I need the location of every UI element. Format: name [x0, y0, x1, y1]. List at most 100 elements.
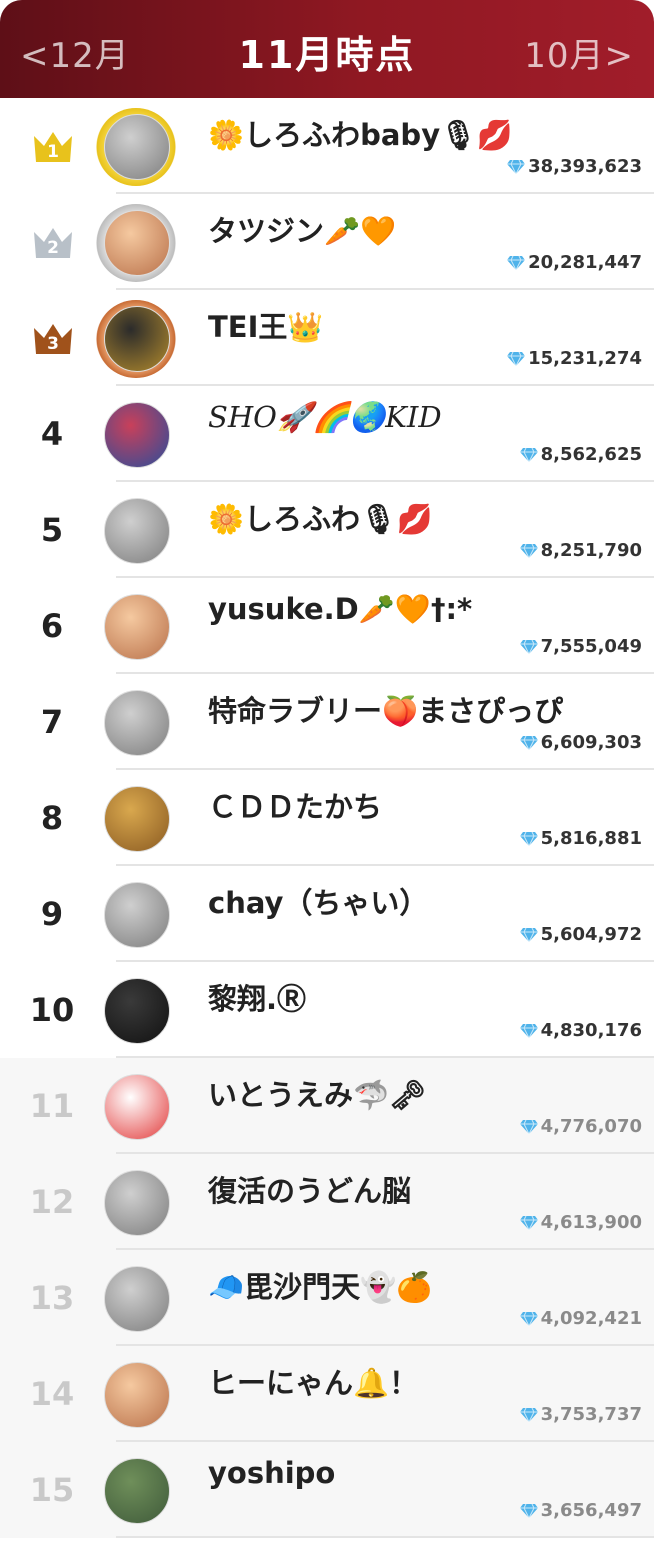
ranking-row[interactable]: 15 yoshipo 3,656,497: [0, 1442, 654, 1538]
diamond-icon: [519, 1407, 538, 1423]
score: 5,816,881: [519, 828, 642, 849]
ranking-row[interactable]: 8 ＣＤＤたかち 5,816,881: [0, 770, 654, 866]
avatar[interactable]: [104, 1074, 170, 1140]
diamond-icon: [507, 351, 526, 367]
diamond-icon: [519, 1503, 538, 1519]
ranking-card: <12月 11月時点 10月> 1 🌼しろふわbaby🎙💋 38,393,623: [0, 0, 654, 1568]
score-value: 3,656,497: [540, 1500, 642, 1521]
ranking-row[interactable]: 12 復活のうどん脳 4,613,900: [0, 1154, 654, 1250]
rank-number: 5: [40, 511, 64, 549]
avatar[interactable]: [104, 594, 170, 660]
score: 4,776,070: [519, 1116, 642, 1137]
score: 7,555,049: [519, 636, 642, 657]
user-name[interactable]: TEI王👑: [208, 304, 634, 346]
user-name[interactable]: 🧢毘沙門天👻🍊: [208, 1264, 634, 1306]
ranking-row[interactable]: 6 yusuke.D🥕🧡†:* 7,555,049: [0, 578, 654, 674]
diamond-icon: [519, 735, 538, 751]
user-name[interactable]: yusuke.D🥕🧡†:*: [208, 592, 634, 627]
diamond-icon: [519, 927, 538, 943]
crown-icon: 3: [32, 320, 74, 356]
avatar[interactable]: [104, 1266, 170, 1332]
score: 20,281,447: [506, 252, 642, 273]
user-name[interactable]: 黎翔.Ⓡ: [208, 976, 634, 1018]
score: 8,251,790: [519, 540, 642, 561]
ranking-row[interactable]: 1 🌼しろふわbaby🎙💋 38,393,623: [0, 98, 654, 194]
score: 4,830,176: [519, 1020, 642, 1041]
user-name[interactable]: chay（ちゃい）: [208, 880, 634, 922]
ranking-row[interactable]: 10 黎翔.Ⓡ 4,830,176: [0, 962, 654, 1058]
avatar[interactable]: [104, 498, 170, 564]
rank-number: 3: [47, 334, 59, 354]
avatar[interactable]: [104, 402, 170, 468]
crown-icon: 2: [32, 224, 74, 260]
user-name[interactable]: 🌼しろふわbaby🎙💋: [208, 112, 634, 154]
score-value: 20,281,447: [528, 252, 642, 273]
user-name[interactable]: 特命ラブリー🍑まさぴっぴ: [208, 688, 634, 730]
avatar[interactable]: [104, 306, 170, 372]
user-name[interactable]: ＣＤＤたかち: [208, 784, 634, 826]
user-name[interactable]: ヒーにゃん🔔！: [208, 1360, 634, 1402]
ranking-row[interactable]: 3 TEI王👑 15,231,274: [0, 290, 654, 386]
avatar[interactable]: [104, 1458, 170, 1524]
avatar[interactable]: [104, 114, 170, 180]
score-value: 5,816,881: [540, 828, 642, 849]
diamond-icon: [519, 1215, 538, 1231]
row-divider: [116, 1536, 654, 1538]
crown-icon: 1: [32, 128, 74, 164]
ranking-row[interactable]: 4 𝑆𝐻𝑂🚀🌈🌏𝐾𝐼𝐷 8,562,625: [0, 386, 654, 482]
ranking-row[interactable]: 5 🌼しろふわ🎙💋 8,251,790: [0, 482, 654, 578]
score: 4,613,900: [519, 1212, 642, 1233]
ranking-header: <12月 11月時点 10月>: [0, 0, 654, 98]
diamond-icon: [507, 255, 526, 271]
avatar[interactable]: [104, 690, 170, 756]
score-value: 8,562,625: [540, 444, 642, 465]
diamond-icon: [519, 1311, 538, 1327]
diamond-icon: [519, 1023, 538, 1039]
user-name[interactable]: タツジン🥕🧡: [208, 208, 634, 250]
diamond-icon: [519, 543, 538, 559]
rank-number: 13: [29, 1279, 75, 1317]
diamond-icon: [519, 1119, 538, 1135]
rank-number: 7: [40, 703, 64, 741]
rank-number: 1: [47, 142, 59, 162]
diamond-icon: [519, 831, 538, 847]
avatar[interactable]: [104, 978, 170, 1044]
avatar[interactable]: [104, 210, 170, 276]
avatar[interactable]: [104, 786, 170, 852]
diamond-icon: [519, 639, 538, 655]
rank-number: 4: [40, 415, 64, 453]
next-month-button[interactable]: 10月>: [524, 28, 634, 77]
score-value: 3,753,737: [540, 1404, 642, 1425]
rank-number: 14: [29, 1375, 75, 1413]
score-value: 5,604,972: [540, 924, 642, 945]
user-name[interactable]: いとうえみ🦈🗝: [208, 1072, 634, 1114]
score-value: 4,776,070: [540, 1116, 642, 1137]
diamond-icon: [519, 447, 538, 463]
rank-number: 10: [29, 991, 75, 1029]
avatar[interactable]: [104, 1362, 170, 1428]
ranking-row[interactable]: 13 🧢毘沙門天👻🍊 4,092,421: [0, 1250, 654, 1346]
score: 5,604,972: [519, 924, 642, 945]
user-name[interactable]: 🌼しろふわ🎙💋: [208, 496, 634, 538]
user-name[interactable]: yoshipo: [208, 1456, 634, 1490]
user-name[interactable]: 復活のうどん脳: [208, 1168, 634, 1210]
score: 38,393,623: [506, 156, 642, 177]
score-value: 8,251,790: [540, 540, 642, 561]
user-name[interactable]: 𝑆𝐻𝑂🚀🌈🌏𝐾𝐼𝐷: [208, 400, 634, 435]
ranking-list: 1 🌼しろふわbaby🎙💋 38,393,623 2 タツジン🥕🧡 20,281…: [0, 98, 654, 1538]
ranking-row[interactable]: 9 chay（ちゃい） 5,604,972: [0, 866, 654, 962]
ranking-row[interactable]: 2 タツジン🥕🧡 20,281,447: [0, 194, 654, 290]
rank-number: 12: [29, 1183, 75, 1221]
rank-number: 6: [40, 607, 64, 645]
avatar[interactable]: [104, 882, 170, 948]
score-value: 15,231,274: [528, 348, 642, 369]
ranking-row[interactable]: 7 特命ラブリー🍑まさぴっぴ 6,609,303: [0, 674, 654, 770]
ranking-row[interactable]: 11 いとうえみ🦈🗝 4,776,070: [0, 1058, 654, 1154]
score-value: 6,609,303: [540, 732, 642, 753]
ranking-row[interactable]: 14 ヒーにゃん🔔！ 3,753,737: [0, 1346, 654, 1442]
rank-number: 15: [29, 1471, 75, 1509]
score-value: 4,830,176: [540, 1020, 642, 1041]
score: 3,656,497: [519, 1500, 642, 1521]
avatar[interactable]: [104, 1170, 170, 1236]
score: 6,609,303: [519, 732, 642, 753]
